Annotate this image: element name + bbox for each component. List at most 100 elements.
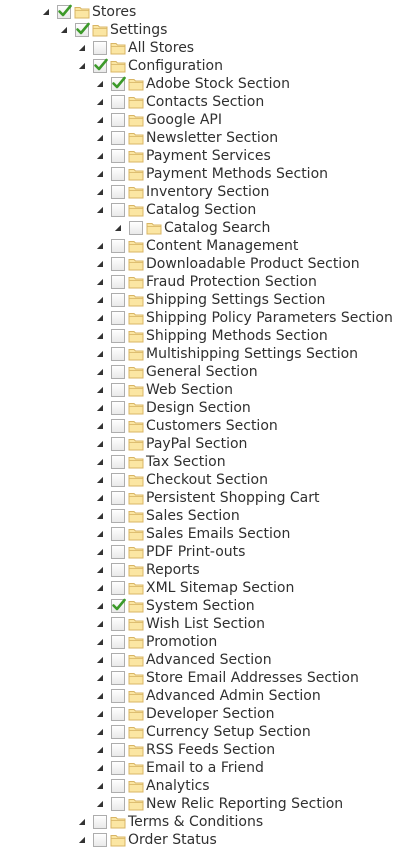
tree-node-label[interactable]: PayPal Section: [146, 435, 247, 453]
node-checkbox[interactable]: [111, 419, 125, 433]
triangle-expanded-icon[interactable]: ◢: [94, 777, 106, 795]
node-checkbox[interactable]: [75, 22, 90, 37]
triangle-expanded-icon[interactable]: ◢: [94, 399, 106, 417]
triangle-expanded-icon[interactable]: ◢: [58, 21, 70, 39]
tree-node-label[interactable]: New Relic Reporting Section: [146, 795, 343, 813]
triangle-expanded-icon[interactable]: ◢: [94, 525, 106, 543]
node-checkbox[interactable]: [111, 598, 126, 613]
triangle-expanded-icon[interactable]: ◢: [94, 507, 106, 525]
tree-node-label[interactable]: Multishipping Settings Section: [146, 345, 358, 363]
node-checkbox[interactable]: [111, 383, 125, 397]
triangle-expanded-icon[interactable]: ◢: [94, 597, 106, 615]
triangle-expanded-icon[interactable]: ◢: [94, 543, 106, 561]
node-checkbox[interactable]: [111, 257, 125, 271]
triangle-expanded-icon[interactable]: ◢: [40, 3, 52, 21]
node-checkbox[interactable]: [111, 527, 125, 541]
tree-node-label[interactable]: Shipping Policy Parameters Section: [146, 309, 393, 327]
node-checkbox[interactable]: [93, 58, 108, 73]
triangle-expanded-icon[interactable]: ◢: [94, 165, 106, 183]
triangle-expanded-icon[interactable]: ◢: [94, 453, 106, 471]
triangle-expanded-icon[interactable]: ◢: [94, 687, 106, 705]
node-checkbox[interactable]: [111, 365, 125, 379]
triangle-expanded-icon[interactable]: ◢: [94, 363, 106, 381]
triangle-expanded-icon[interactable]: ◢: [94, 255, 106, 273]
tree-node-label[interactable]: Shipping Methods Section: [146, 327, 328, 345]
triangle-expanded-icon[interactable]: ◢: [94, 633, 106, 651]
node-checkbox[interactable]: [111, 347, 125, 361]
node-checkbox[interactable]: [111, 563, 125, 577]
triangle-expanded-icon[interactable]: ◢: [94, 237, 106, 255]
node-checkbox[interactable]: [111, 275, 125, 289]
tree-node-label[interactable]: Shipping Settings Section: [146, 291, 325, 309]
triangle-expanded-icon[interactable]: ◢: [94, 561, 106, 579]
triangle-expanded-icon[interactable]: ◢: [76, 831, 88, 849]
tree-node-label[interactable]: PDF Print-outs: [146, 543, 245, 561]
triangle-expanded-icon[interactable]: ◢: [94, 723, 106, 741]
node-checkbox[interactable]: [111, 581, 125, 595]
triangle-expanded-icon[interactable]: ◢: [94, 417, 106, 435]
tree-node-label[interactable]: Catalog Search: [164, 219, 270, 237]
node-checkbox[interactable]: [111, 455, 125, 469]
node-checkbox[interactable]: [111, 671, 125, 685]
tree-node-label[interactable]: Store Email Addresses Section: [146, 669, 359, 687]
node-checkbox[interactable]: [111, 149, 125, 163]
tree-node-label[interactable]: Tax Section: [146, 453, 226, 471]
node-checkbox[interactable]: [111, 509, 125, 523]
node-checkbox[interactable]: [111, 95, 125, 109]
tree-node-label[interactable]: Inventory Section: [146, 183, 269, 201]
node-checkbox[interactable]: [129, 221, 143, 235]
node-checkbox[interactable]: [93, 815, 107, 829]
node-checkbox[interactable]: [111, 617, 125, 631]
triangle-expanded-icon[interactable]: ◢: [94, 201, 106, 219]
tree-node-label[interactable]: Advanced Section: [146, 651, 272, 669]
tree-node-label[interactable]: Sales Section: [146, 507, 240, 525]
triangle-expanded-icon[interactable]: ◢: [94, 345, 106, 363]
tree-node-label[interactable]: Customers Section: [146, 417, 278, 435]
node-checkbox[interactable]: [111, 797, 125, 811]
node-checkbox[interactable]: [111, 635, 125, 649]
tree-node-label[interactable]: General Section: [146, 363, 258, 381]
tree-node-label[interactable]: Stores: [92, 3, 136, 21]
triangle-expanded-icon[interactable]: ◢: [94, 183, 106, 201]
triangle-expanded-icon[interactable]: ◢: [94, 489, 106, 507]
triangle-expanded-icon[interactable]: ◢: [94, 471, 106, 489]
triangle-expanded-icon[interactable]: ◢: [94, 381, 106, 399]
node-checkbox[interactable]: [111, 311, 125, 325]
tree-node-label[interactable]: Advanced Admin Section: [146, 687, 321, 705]
tree-node-label[interactable]: Analytics: [146, 777, 210, 795]
triangle-expanded-icon[interactable]: ◢: [76, 57, 88, 75]
tree-node-label[interactable]: Email to a Friend: [146, 759, 264, 777]
triangle-expanded-icon[interactable]: ◢: [76, 813, 88, 831]
tree-node-label[interactable]: XML Sitemap Section: [146, 579, 294, 597]
tree-node-label[interactable]: Persistent Shopping Cart: [146, 489, 320, 507]
tree-node-label[interactable]: Reports: [146, 561, 200, 579]
tree-node-label[interactable]: Configuration: [128, 57, 223, 75]
node-checkbox[interactable]: [111, 329, 125, 343]
tree-node-label[interactable]: Newsletter Section: [146, 129, 278, 147]
triangle-expanded-icon[interactable]: ◢: [94, 435, 106, 453]
tree-node-label[interactable]: Catalog Section: [146, 201, 256, 219]
tree-node-label[interactable]: Fraud Protection Section: [146, 273, 317, 291]
tree-node-label[interactable]: Sales Emails Section: [146, 525, 290, 543]
triangle-expanded-icon[interactable]: ◢: [94, 579, 106, 597]
tree-node-label[interactable]: Payment Methods Section: [146, 165, 328, 183]
tree-node-label[interactable]: Checkout Section: [146, 471, 268, 489]
node-checkbox[interactable]: [111, 545, 125, 559]
triangle-expanded-icon[interactable]: ◢: [94, 309, 106, 327]
node-checkbox[interactable]: [111, 707, 125, 721]
tree-node-label[interactable]: Google API: [146, 111, 222, 129]
node-checkbox[interactable]: [111, 239, 125, 253]
node-checkbox[interactable]: [111, 185, 125, 199]
triangle-expanded-icon[interactable]: ◢: [94, 291, 106, 309]
node-checkbox[interactable]: [93, 833, 107, 847]
triangle-expanded-icon[interactable]: ◢: [94, 273, 106, 291]
tree-node-label[interactable]: Currency Setup Section: [146, 723, 311, 741]
tree-node-label[interactable]: Web Section: [146, 381, 233, 399]
tree-node-label[interactable]: RSS Feeds Section: [146, 741, 275, 759]
node-checkbox[interactable]: [57, 4, 72, 19]
node-checkbox[interactable]: [111, 689, 125, 703]
node-checkbox[interactable]: [111, 131, 125, 145]
tree-node-label[interactable]: Wish List Section: [146, 615, 265, 633]
triangle-expanded-icon[interactable]: ◢: [94, 669, 106, 687]
triangle-expanded-icon[interactable]: ◢: [94, 75, 106, 93]
